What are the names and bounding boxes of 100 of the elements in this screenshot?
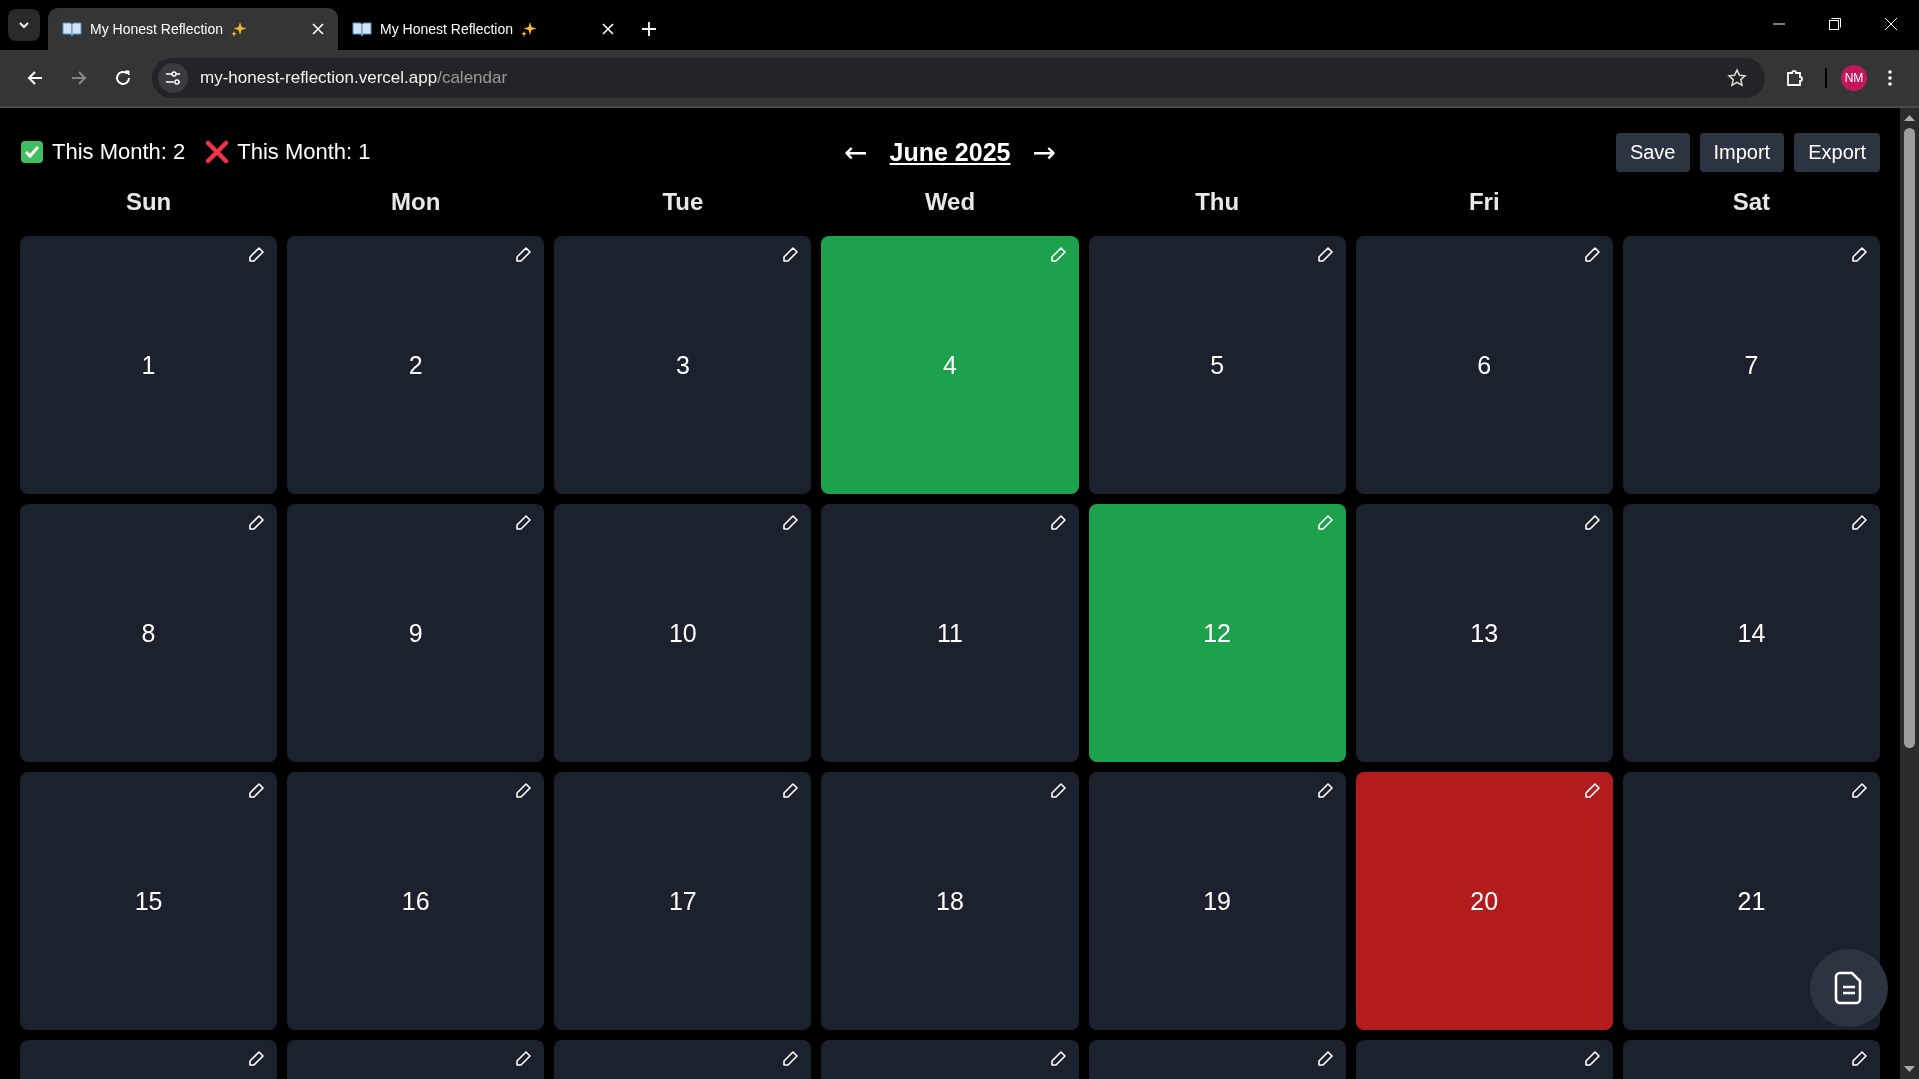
- edit-icon[interactable]: [1315, 1050, 1334, 1068]
- day-number: 9: [408, 618, 423, 648]
- day-cell[interactable]: 7: [1622, 236, 1880, 494]
- next-month-button[interactable]: →: [1028, 135, 1060, 169]
- weekday-header: Sun: [124, 188, 173, 217]
- new-tab-icon[interactable]: [642, 22, 656, 36]
- day-cell[interactable]: 10: [554, 504, 812, 762]
- edit-icon[interactable]: [247, 1050, 266, 1068]
- book-icon: [352, 21, 372, 37]
- edit-icon[interactable]: [781, 246, 800, 264]
- document-icon: [1834, 971, 1864, 1005]
- edit-icon[interactable]: [1582, 1050, 1601, 1068]
- day-cell[interactable]: 6: [1355, 236, 1613, 494]
- day-number: 1: [141, 350, 156, 380]
- edit-icon[interactable]: [514, 246, 533, 264]
- day-cell[interactable]: 5: [1088, 236, 1346, 494]
- day-number: 5: [1210, 350, 1225, 380]
- tab-title: My Honest Reflection: [90, 21, 224, 37]
- puzzle-icon[interactable]: [1785, 68, 1805, 88]
- close-icon[interactable]: [312, 23, 324, 35]
- day-cell[interactable]: 9: [287, 504, 545, 762]
- close-icon[interactable]: [1885, 18, 1897, 30]
- weekday-header: Mon: [390, 188, 442, 217]
- day-number: 6: [1477, 350, 1492, 380]
- day-cell[interactable]: 15: [20, 772, 278, 1030]
- edit-icon[interactable]: [514, 782, 533, 800]
- edit-icon[interactable]: [1850, 1050, 1868, 1068]
- day-number: 16: [401, 886, 430, 916]
- scrollbar-thumb[interactable]: [1904, 128, 1915, 748]
- edit-icon[interactable]: [781, 514, 800, 532]
- edit-icon[interactable]: [1048, 782, 1067, 800]
- edit-icon[interactable]: [1315, 246, 1334, 264]
- day-number: 17: [668, 886, 697, 916]
- month-count: This Month: 1: [237, 139, 371, 165]
- edit-icon[interactable]: [247, 782, 266, 800]
- tab-title: My Honest Reflection: [380, 21, 514, 37]
- edit-icon[interactable]: [514, 514, 533, 532]
- edit-icon[interactable]: [514, 1050, 533, 1068]
- edit-icon[interactable]: [247, 246, 266, 264]
- edit-icon[interactable]: [1582, 246, 1601, 264]
- day-number: 20: [1470, 886, 1499, 916]
- day-cell[interactable]: 3: [554, 236, 812, 494]
- forward-icon[interactable]: [70, 69, 88, 87]
- day-cell[interactable]: 21: [1622, 772, 1880, 1030]
- action-button[interactable]: Save: [1615, 132, 1690, 172]
- day-number: 18: [936, 886, 964, 916]
- day-number: 2: [408, 350, 423, 380]
- site-settings-icon[interactable]: [158, 63, 188, 93]
- previous-month-button[interactable]: ←: [840, 135, 872, 169]
- edit-icon[interactable]: [1582, 514, 1601, 532]
- day-cell[interactable]: 18: [821, 772, 1079, 1030]
- day-number: 11: [937, 618, 963, 648]
- edit-icon[interactable]: [781, 1050, 800, 1068]
- weekday-header: Wed: [923, 188, 977, 217]
- action-button[interactable]: Export: [1794, 132, 1880, 172]
- restore-icon[interactable]: [1829, 18, 1841, 30]
- menu-icon[interactable]: [1887, 69, 1893, 87]
- day-cell[interactable]: 2: [287, 236, 545, 494]
- day-cell[interactable]: 17: [554, 772, 812, 1030]
- edit-icon[interactable]: [1850, 514, 1868, 532]
- action-button[interactable]: Import: [1699, 132, 1785, 172]
- edit-icon[interactable]: [1850, 782, 1868, 800]
- weekday-header: Thu: [1194, 188, 1241, 217]
- browser-tab[interactable]: My Honest Reflection: [48, 8, 338, 50]
- edit-icon[interactable]: [1048, 514, 1067, 532]
- reload-icon[interactable]: [114, 69, 132, 87]
- sparkles-icon: [231, 21, 248, 37]
- day-number: 7: [1744, 350, 1759, 380]
- browser-tab[interactable]: My Honest Reflection: [338, 8, 628, 50]
- day-number: 3: [675, 350, 690, 380]
- day-number: 19: [1203, 886, 1232, 916]
- profile-avatar[interactable]: NM: [1841, 65, 1867, 91]
- day-cell[interactable]: 13: [1355, 504, 1613, 762]
- edit-icon[interactable]: [1850, 246, 1868, 264]
- day-number: 12: [1203, 618, 1232, 648]
- day-number: 4: [943, 350, 957, 380]
- address-bar[interactable]: my-honest-reflection.vercel.app/calendar: [152, 58, 1765, 98]
- edit-icon[interactable]: [1315, 782, 1334, 800]
- edit-icon[interactable]: [1582, 782, 1601, 800]
- edit-icon[interactable]: [1048, 1050, 1067, 1068]
- month-title[interactable]: June 2025: [889, 137, 1011, 167]
- sparkles-icon: [521, 21, 538, 37]
- day-cell[interactable]: 19: [1088, 772, 1346, 1030]
- edit-icon[interactable]: [247, 514, 266, 532]
- cross-mark-icon: [205, 140, 230, 164]
- day-number: 8: [141, 618, 156, 648]
- star-icon[interactable]: [1727, 68, 1747, 88]
- back-icon[interactable]: [26, 69, 44, 87]
- day-cell[interactable]: 20: [1355, 772, 1613, 1030]
- day-cell[interactable]: 1: [20, 236, 278, 494]
- url-text: my-honest-reflection.vercel.app/calendar: [200, 68, 508, 88]
- day-cell[interactable]: 14: [1622, 504, 1880, 762]
- close-icon[interactable]: [602, 23, 614, 35]
- weekday-header: Fri: [1467, 188, 1501, 217]
- day-cell[interactable]: 11: [821, 504, 1079, 762]
- tab-search-button[interactable]: [8, 9, 40, 41]
- day-cell[interactable]: 8: [20, 504, 278, 762]
- day-cell[interactable]: 16: [287, 772, 545, 1030]
- edit-icon[interactable]: [781, 782, 800, 800]
- day-number: 14: [1737, 618, 1766, 648]
